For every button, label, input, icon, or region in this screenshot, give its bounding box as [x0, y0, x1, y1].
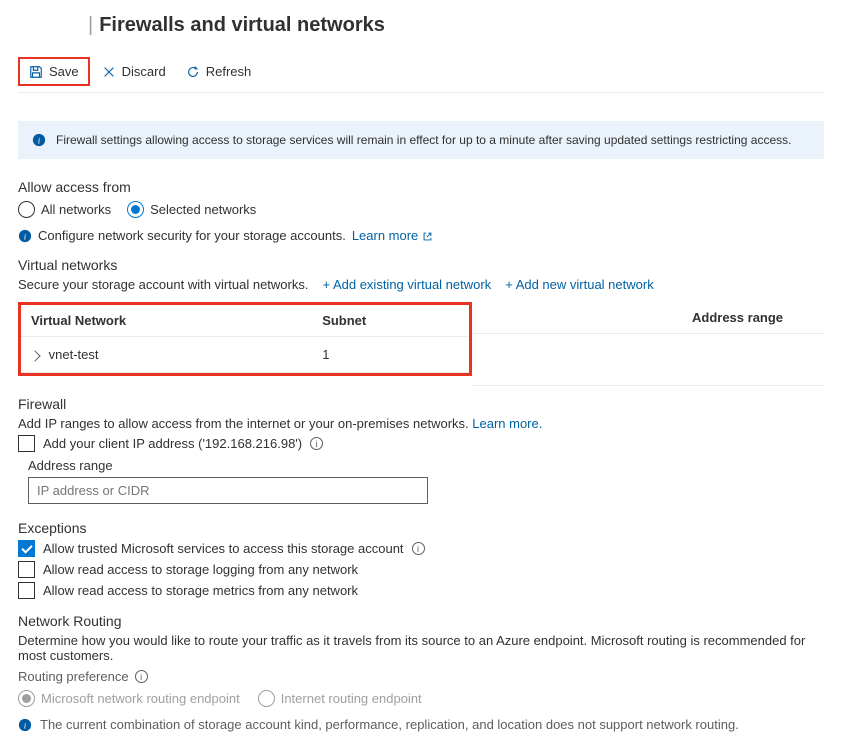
metrics-label: Allow read access to storage metrics fro… — [43, 583, 358, 598]
checkbox-trusted-services[interactable] — [18, 540, 35, 557]
firewall-section: Firewall Add IP ranges to allow access f… — [18, 396, 824, 504]
vnet-name: vnet-test — [49, 347, 99, 362]
routing-radio-group: Microsoft network routing endpoint Inter… — [18, 690, 824, 707]
info-tooltip-icon[interactable]: i — [412, 542, 425, 555]
info-banner: i Firewall settings allowing access to s… — [18, 121, 824, 159]
access-radio-group: All networks Selected networks — [18, 201, 824, 218]
radio-all-networks[interactable]: All networks — [18, 201, 111, 218]
exceptions-heading: Exceptions — [18, 520, 824, 536]
exceptions-section: Exceptions Allow trusted Microsoft servi… — [18, 520, 824, 599]
refresh-label: Refresh — [206, 64, 252, 79]
banner-message: Firewall settings allowing access to sto… — [56, 133, 791, 147]
checkbox-client-ip[interactable] — [18, 435, 35, 452]
config-text: Configure network security for your stor… — [38, 228, 346, 243]
vnet-table-container: Virtual Network Subnet vnet-test 1 Addre… — [18, 302, 824, 386]
vnet-table: Virtual Network Subnet vnet-test 1 — [21, 305, 469, 373]
radio-selected-label: Selected networks — [150, 202, 256, 217]
vnet-actions-line: Secure your storage account with virtual… — [18, 277, 824, 292]
routing-section: Network Routing Determine how you would … — [18, 613, 824, 732]
routing-pref-label: Routing preference — [18, 669, 129, 684]
logging-label: Allow read access to storage logging fro… — [43, 562, 358, 577]
highlight-save: Save — [18, 57, 90, 86]
discard-icon — [102, 65, 116, 79]
save-label: Save — [49, 64, 79, 79]
firewall-heading: Firewall — [18, 396, 824, 412]
vnet-subnet: 1 — [312, 337, 469, 373]
discard-button[interactable]: Discard — [94, 60, 174, 83]
add-existing-vnet-link[interactable]: + Add existing virtual network — [322, 277, 491, 292]
config-line: i Configure network security for your st… — [18, 228, 824, 243]
radio-microsoft-routing: Microsoft network routing endpoint — [18, 690, 240, 707]
microsoft-routing-label: Microsoft network routing endpoint — [41, 691, 240, 706]
radio-all-label: All networks — [41, 202, 111, 217]
vnet-secure-text: Secure your storage account with virtual… — [18, 277, 308, 292]
save-button[interactable]: Save — [21, 60, 87, 83]
checkbox-logging[interactable] — [18, 561, 35, 578]
vnets-heading: Virtual networks — [18, 257, 824, 273]
external-link-icon — [422, 228, 433, 243]
refresh-button[interactable]: Refresh — [178, 60, 260, 83]
table-row[interactable]: vnet-test 1 — [21, 337, 469, 373]
col-virtual-network: Virtual Network — [21, 305, 312, 337]
internet-routing-label: Internet routing endpoint — [281, 691, 422, 706]
address-range-column: Address range — [472, 302, 824, 386]
trusted-label: Allow trusted Microsoft services to acce… — [43, 541, 404, 556]
routing-warning: i The current combination of storage acc… — [18, 717, 824, 732]
add-new-vnet-link[interactable]: + Add new virtual network — [505, 277, 654, 292]
info-icon: i — [18, 718, 32, 732]
col-subnet: Subnet — [312, 305, 469, 337]
info-tooltip-icon[interactable]: i — [310, 437, 323, 450]
checkbox-metrics[interactable] — [18, 582, 35, 599]
routing-desc: Determine how you would like to route yo… — [18, 633, 824, 663]
col-address-range: Address range — [472, 302, 824, 334]
client-ip-label: Add your client IP address ('192.168.216… — [43, 436, 302, 451]
radio-internet-routing: Internet routing endpoint — [258, 690, 422, 707]
title-separator: | — [88, 14, 93, 37]
firewall-learn-more-link[interactable]: Learn more. — [472, 416, 542, 431]
routing-warning-text: The current combination of storage accou… — [40, 717, 739, 732]
firewall-desc: Add IP ranges to allow access from the i… — [18, 416, 469, 431]
toolbar: Save Discard Refresh — [18, 51, 824, 93]
routing-heading: Network Routing — [18, 613, 824, 629]
discard-label: Discard — [122, 64, 166, 79]
refresh-icon — [186, 65, 200, 79]
access-heading: Allow access from — [18, 179, 824, 195]
info-icon: i — [18, 229, 32, 243]
chevron-right-icon — [29, 350, 40, 361]
page-title-text: Firewalls and virtual networks — [99, 14, 385, 37]
highlight-vnet-table: Virtual Network Subnet vnet-test 1 — [18, 302, 472, 376]
learn-more-link[interactable]: Learn more — [352, 228, 433, 243]
save-icon — [29, 65, 43, 79]
address-range-input[interactable] — [28, 477, 428, 504]
radio-selected-networks[interactable]: Selected networks — [127, 201, 256, 218]
info-icon: i — [32, 133, 46, 147]
page-title: | Firewalls and virtual networks — [18, 0, 824, 51]
info-tooltip-icon[interactable]: i — [135, 670, 148, 683]
address-range-label: Address range — [28, 458, 824, 473]
